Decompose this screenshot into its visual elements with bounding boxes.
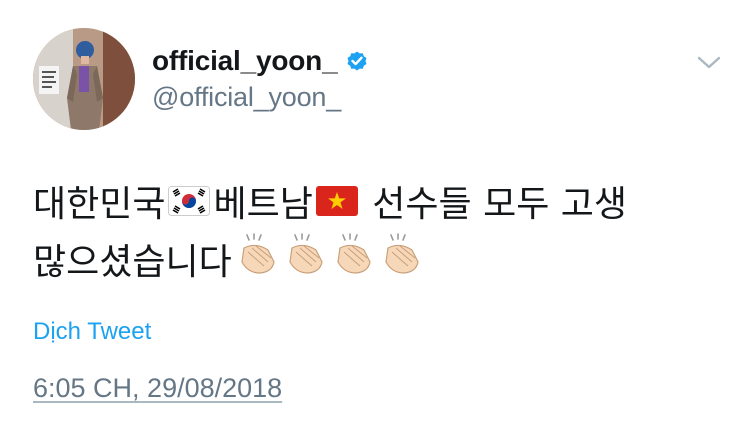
tweet-text-line-1: 대한민국 베트남 선수들 모두 고생 — [33, 176, 723, 234]
south-korea-flag-icon — [168, 176, 211, 234]
translate-tweet-link[interactable]: Dịch Tweet — [33, 318, 151, 346]
handle[interactable]: @official_yoon_ — [152, 82, 369, 113]
vietnam-flag-icon — [315, 176, 358, 234]
author-names: official_yoon_ @official_yoon_ — [152, 44, 369, 113]
text-segment: 선수들 모두 고생 — [360, 184, 628, 225]
chevron-down-icon[interactable] — [696, 54, 722, 72]
verified-badge-icon — [345, 49, 369, 73]
tweet-text: 대한민국 베트남 선수들 모두 고생 많으셨습니다 — [33, 176, 723, 292]
avatar-photo — [33, 28, 135, 130]
tweet-text-line-2: 많으셨습니다 — [33, 232, 723, 294]
clapping-hands-icon — [330, 232, 376, 294]
clapping-hands-icon — [282, 232, 328, 294]
clapping-hands-icon — [378, 232, 424, 294]
text-segment: 많으셨습니다 — [33, 242, 232, 283]
tweet-timestamp[interactable]: 6:05 CH, 29/08/2018 — [33, 373, 282, 404]
avatar[interactable] — [33, 28, 135, 130]
clapping-hands-icon — [234, 232, 280, 294]
text-segment: 대한민국 — [33, 184, 166, 225]
tweet-card: official_yoon_ @official_yoon_ 대한민국 베트남 … — [0, 0, 750, 423]
display-name-row: official_yoon_ — [152, 44, 369, 78]
display-name[interactable]: official_yoon_ — [152, 45, 338, 77]
text-segment: 베트남 — [213, 184, 313, 225]
